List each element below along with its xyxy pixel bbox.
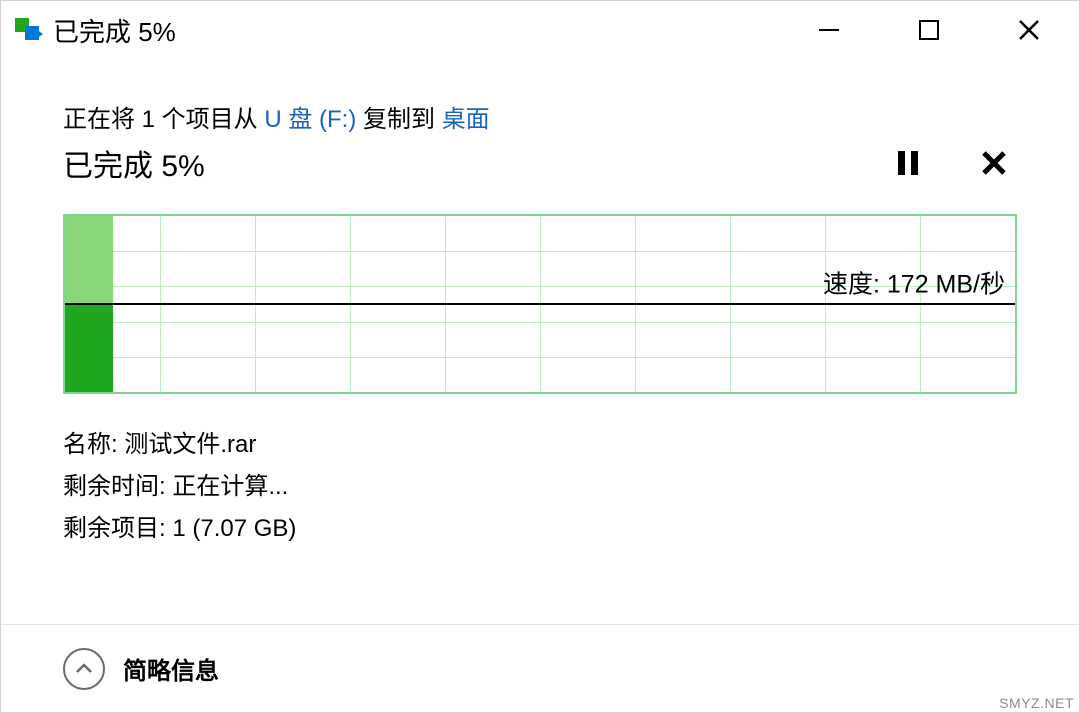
time-value: 正在计算...: [172, 473, 288, 500]
time-remaining-row: 剩余时间: 正在计算...: [63, 466, 1017, 508]
progress-label: 已完成 5%: [63, 141, 845, 185]
brief-info-toggle[interactable]: 简略信息: [63, 648, 219, 690]
items-label: 剩余项目:: [63, 515, 172, 542]
brief-info-label: 简略信息: [123, 651, 219, 686]
minimize-button[interactable]: [779, 1, 879, 59]
dialog-footer: 简略信息: [1, 624, 1079, 712]
copy-dialog-window: 已完成 5% 正在将 1 个项目从 U 盘 (F:) 复制到 桌面 已完成 5%: [0, 0, 1080, 713]
cancel-icon: [980, 149, 1008, 177]
copy-description: 正在将 1 个项目从 U 盘 (F:) 复制到 桌面: [63, 99, 1017, 134]
maximize-button[interactable]: [879, 1, 979, 59]
copy-middle: 复制到: [356, 106, 441, 133]
items-remaining-row: 剩余项目: 1 (7.07 GB): [63, 508, 1017, 550]
copy-icon: [15, 16, 43, 44]
details-section: 名称: 测试文件.rar 剩余时间: 正在计算... 剩余项目: 1 (7.07…: [63, 424, 1017, 550]
items-value: 1 (7.07 GB): [172, 515, 296, 542]
speed-chart: 速度: 172 MB/秒: [63, 214, 1017, 394]
dest-link[interactable]: 桌面: [442, 106, 490, 133]
time-label: 剩余时间:: [63, 473, 172, 500]
progress-row: 已完成 5%: [63, 140, 1017, 186]
pause-button[interactable]: [885, 140, 931, 186]
dialog-body: 正在将 1 个项目从 U 盘 (F:) 复制到 桌面 已完成 5% 速度: 17…: [1, 59, 1079, 624]
titlebar: 已完成 5%: [1, 1, 1079, 59]
chart-bar-lower: [65, 304, 113, 392]
window-controls: [779, 1, 1079, 59]
watermark: SMYZ.NET: [999, 695, 1074, 711]
cancel-button[interactable]: [971, 140, 1017, 186]
close-button[interactable]: [979, 1, 1079, 59]
chevron-up-icon: [63, 648, 105, 690]
source-link[interactable]: U 盘 (F:): [264, 106, 356, 133]
chart-divider: [65, 303, 1015, 305]
copy-prefix: 正在将 1 个项目从: [63, 106, 264, 133]
pause-icon: [896, 149, 920, 177]
file-name-row: 名称: 测试文件.rar: [63, 424, 1017, 466]
window-title: 已完成 5%: [53, 12, 176, 49]
name-value: 测试文件.rar: [124, 431, 256, 458]
chart-bar-upper: [65, 216, 113, 304]
name-label: 名称:: [63, 431, 124, 458]
speed-label: 速度: 172 MB/秒: [823, 264, 1005, 300]
